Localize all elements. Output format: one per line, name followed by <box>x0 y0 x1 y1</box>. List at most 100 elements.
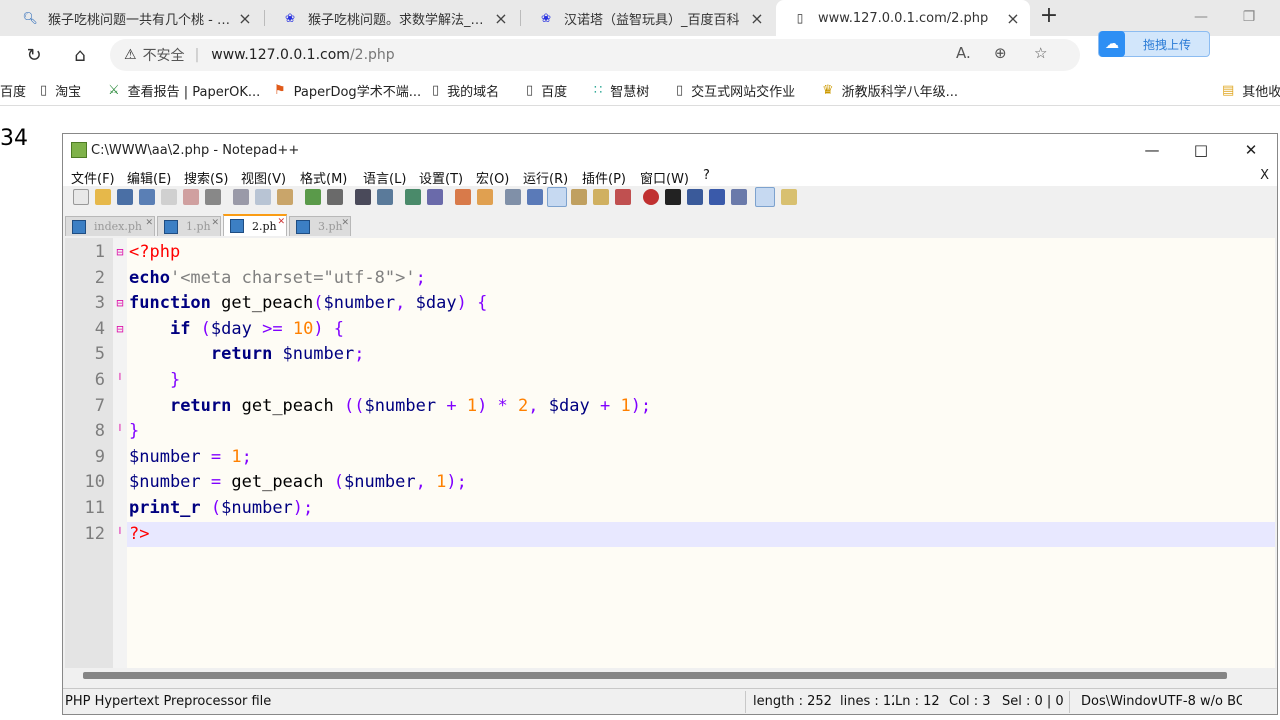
browser-tab-1[interactable]: 🔍︎ 猴子吃桃问题一共有几个桃 - 搜索 × <box>6 0 262 36</box>
menu-help[interactable]: ? <box>703 168 710 183</box>
bookmark-item[interactable]: ⚔ 查看报告 | PaperOK... <box>108 80 260 100</box>
menu-plugins[interactable]: 插件(P) <box>582 168 626 187</box>
bookmark-item[interactable]: ▯ 我的域名 <box>432 80 499 100</box>
maximize-icon[interactable]: □ <box>1176 134 1226 166</box>
play-macro-icon[interactable] <box>687 189 703 205</box>
minimize-icon[interactable]: — <box>1127 134 1177 166</box>
code-line[interactable]: 10 $number = get_peach ($number, 1); <box>85 470 1275 496</box>
file-tab-1[interactable]: 1.ph ✕ <box>157 216 221 236</box>
print-icon[interactable] <box>205 189 221 205</box>
minimize-icon[interactable]: — <box>1178 0 1224 34</box>
run-macro-multiple-icon[interactable] <box>709 189 725 205</box>
code-line[interactable]: 11 print_r ($number); <box>85 496 1275 522</box>
code-line[interactable]: 12 ╵ ?> <box>85 521 1275 548</box>
browser-tab-4-active[interactable]: ▯ www.127.0.0.1.com/2.php × <box>776 0 1030 36</box>
code-line[interactable]: 6 ╵ } <box>95 368 1275 394</box>
code-line[interactable]: 5 return $number; <box>95 342 1275 368</box>
menu-settings[interactable]: 设置(T) <box>419 168 463 187</box>
bookmark-item[interactable]: ♛ 浙教版科学八年级... <box>822 80 958 100</box>
code-line[interactable]: 1 ⊟ <?php <box>95 240 1275 266</box>
browser-tab-2[interactable]: ❀ 猴子吃桃问题。求数学解法_百度 × <box>266 0 518 36</box>
user-language-icon[interactable] <box>571 189 587 205</box>
paste-icon[interactable] <box>277 189 293 205</box>
bookmark-item[interactable]: ∷ 智慧树 <box>594 80 649 100</box>
close-all-icon[interactable] <box>183 189 199 205</box>
close-file-icon[interactable] <box>161 189 177 205</box>
maximize-icon[interactable]: ❐ <box>1226 0 1272 34</box>
menu-view[interactable]: 视图(V) <box>241 168 286 187</box>
menu-run[interactable]: 运行(R) <box>523 168 568 187</box>
save-macro-icon[interactable] <box>731 189 747 205</box>
save-icon[interactable] <box>117 189 133 205</box>
zoom-out-icon[interactable] <box>427 189 443 205</box>
function-list-icon[interactable] <box>615 189 631 205</box>
close-icon[interactable]: ✕ <box>145 218 153 228</box>
bookmark-item[interactable]: ⚑ PaperDog学术不端... <box>274 80 421 100</box>
bookmark-item[interactable]: 百度 <box>0 80 26 100</box>
close-icon[interactable]: × <box>748 9 766 28</box>
code-line[interactable]: 9 $number = 1; <box>95 445 1275 471</box>
fold-marker-icon[interactable]: ╵ <box>115 419 125 445</box>
record-macro-icon[interactable] <box>643 189 659 205</box>
file-tab-3[interactable]: 3.ph ✕ <box>289 216 351 236</box>
menu-language[interactable]: 语言(L) <box>363 168 406 187</box>
code-editor[interactable]: 1 ⊟ <?php 2 echo'<meta charset="utf-8">'; 3 ⊟ f… <box>65 238 1275 668</box>
close-icon[interactable]: × <box>236 9 254 28</box>
redo-icon[interactable] <box>327 189 343 205</box>
save-all-icon[interactable] <box>139 189 155 205</box>
code-line[interactable]: 2 echo'<meta charset="utf-8">'; <box>95 266 1275 292</box>
undo-icon[interactable] <box>305 189 321 205</box>
close-document-button[interactable]: X <box>1260 168 1269 183</box>
bookmark-item[interactable]: ▯ 淘宝 <box>40 80 81 100</box>
fold-marker-icon[interactable]: ⊟ <box>115 240 125 266</box>
bookmark-item[interactable]: ▯ 百度 <box>526 80 567 100</box>
stop-macro-icon[interactable] <box>665 189 681 205</box>
cut-icon[interactable] <box>233 189 249 205</box>
code-line[interactable]: 8 ╵} <box>95 419 1275 445</box>
find-icon[interactable] <box>355 189 371 205</box>
document-map-icon[interactable] <box>593 189 609 205</box>
sync-horizontal-icon[interactable] <box>477 189 493 205</box>
close-icon[interactable]: ✕ <box>211 218 219 228</box>
favorite-icon[interactable]: ☆ <box>1034 44 1047 62</box>
browser-tab-3[interactable]: ❀ 汉诺塔（益智玩具）_百度百科 × <box>522 0 774 36</box>
close-icon[interactable]: × <box>492 9 510 28</box>
fold-marker-icon[interactable]: ╵ <box>115 368 125 394</box>
close-icon[interactable]: ✕ <box>277 217 285 227</box>
close-icon[interactable]: × <box>1004 9 1022 28</box>
zoom-in-icon[interactable] <box>405 189 421 205</box>
spell-check-icon[interactable] <box>755 187 775 207</box>
new-tab-button[interactable]: + <box>1036 4 1062 30</box>
refresh-icon[interactable]: ↻ <box>20 42 48 70</box>
bookmark-item[interactable]: ▯ 交互式网站交作业 <box>676 80 795 100</box>
copy-icon[interactable] <box>255 189 271 205</box>
zoom-icon[interactable]: ⊕ <box>994 44 1007 62</box>
fold-marker-icon[interactable]: ╵ <box>115 522 125 548</box>
menu-search[interactable]: 搜索(S) <box>184 168 228 187</box>
word-wrap-icon[interactable] <box>505 189 521 205</box>
replace-icon[interactable] <box>377 189 393 205</box>
code-line[interactable]: 4 ⊟ if ($day >= 10) { <box>95 317 1275 343</box>
menu-file[interactable]: 文件(F) <box>71 168 115 187</box>
horizontal-scrollbar[interactable] <box>65 668 1275 682</box>
home-icon[interactable]: ⌂ <box>66 42 94 70</box>
fold-marker-icon[interactable]: ⊟ <box>115 291 125 317</box>
auto-spell-icon[interactable] <box>781 189 797 205</box>
menu-macro[interactable]: 宏(O) <box>476 168 509 187</box>
open-file-icon[interactable] <box>95 189 111 205</box>
file-tab-index[interactable]: index.ph ✕ <box>65 216 155 236</box>
fold-marker-icon[interactable]: ⊟ <box>115 317 125 343</box>
code-area[interactable]: 1 ⊟ <?php 2 echo'<meta charset="utf-8">'; 3 ⊟ f… <box>85 240 1275 548</box>
close-icon[interactable]: ✕ <box>341 218 349 228</box>
indent-guide-icon[interactable] <box>547 187 567 207</box>
bookmark-folder[interactable]: ▤ 其他收 <box>1222 80 1280 100</box>
read-aloud-icon[interactable]: A. <box>956 44 971 62</box>
show-all-characters-icon[interactable] <box>527 189 543 205</box>
new-file-icon[interactable] <box>73 189 89 205</box>
code-line[interactable]: 3 ⊟ function get_peach($number, $day) { <box>95 291 1275 317</box>
address-bar[interactable]: ⚠ 不安全 | www.127.0.0.1.com/2.php <box>110 39 1080 71</box>
menu-edit[interactable]: 编辑(E) <box>127 168 171 187</box>
code-line[interactable]: 7 return get_peach (($number + 1) * 2, $… <box>95 394 1275 420</box>
menu-window[interactable]: 窗口(W) <box>640 168 689 187</box>
scrollbar-thumb[interactable] <box>83 672 1227 679</box>
